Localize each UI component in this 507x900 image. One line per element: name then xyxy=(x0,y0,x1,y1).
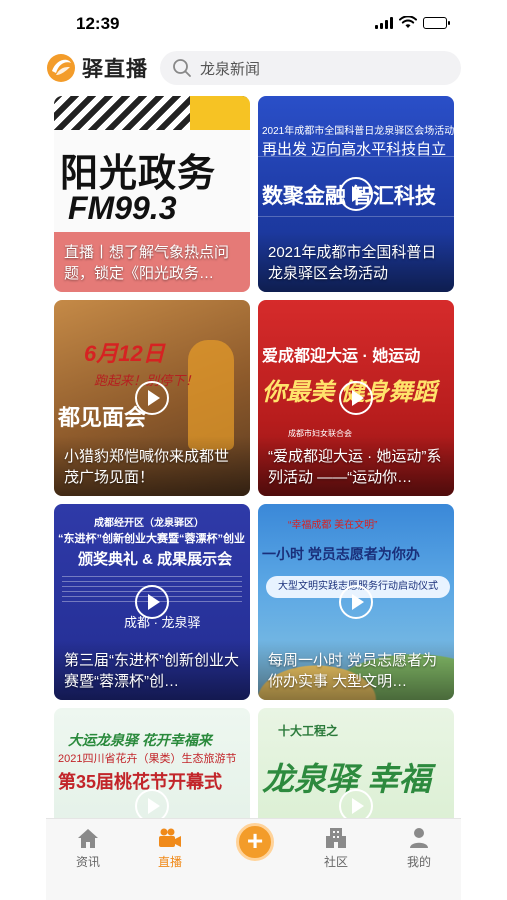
video-title: 直播丨想了解气象热点问题，锁定《阳光政务… xyxy=(64,244,230,282)
thumbnail-caption: 都见面会 xyxy=(58,405,147,430)
thumbnail-headline: 大运龙泉驿 花开幸福来 xyxy=(68,732,212,748)
signal-icon xyxy=(375,16,393,29)
search-placeholder: 龙泉新闻 xyxy=(200,60,261,78)
building-icon xyxy=(326,828,346,848)
thumbnail-subheadline: FM99.3 xyxy=(68,190,177,226)
thumbnail-headline: 6月12日 xyxy=(84,341,165,366)
play-icon[interactable] xyxy=(135,381,169,415)
battery-icon xyxy=(423,16,450,29)
play-icon[interactable] xyxy=(339,177,373,211)
video-camera-icon xyxy=(159,828,181,847)
video-title: “爱成都迎大运 · 她运动”系列活动 ——“运动你… xyxy=(268,448,442,486)
video-title: 每周一小时 党员志愿者为你办实事 大型文明… xyxy=(268,652,438,690)
tab-label: 我的 xyxy=(406,855,431,869)
tab-label: 直播 xyxy=(157,855,182,869)
tab-label: 社区 xyxy=(323,855,348,869)
status-time: 12:39 xyxy=(76,14,120,33)
video-title: 小猎豹郑恺喊你来成都世茂广场见面！ xyxy=(64,448,230,486)
thumbnail-line xyxy=(258,216,454,217)
video-card[interactable]: 成都经开区（龙泉驿区） “东进杯”创新创业大赛暨“蓉漂杯”创业 颁奖典礼 & 成… xyxy=(54,504,250,700)
video-card[interactable]: 大运龙泉驿 花开幸福来 2021四川省花卉（果类）生态旅游节 第35届桃花节开幕… xyxy=(54,708,250,818)
play-icon[interactable] xyxy=(135,789,169,818)
status-icons xyxy=(375,16,450,29)
video-card[interactable]: 爱成都迎大运 · 她运动 你最美 健身舞蹈 成都市妇女联合会 “爱成都迎大运 ·… xyxy=(258,300,454,496)
play-icon[interactable] xyxy=(135,585,169,619)
search-input[interactable]: 龙泉新闻 xyxy=(160,51,461,85)
app-name: 驿直播 xyxy=(82,58,148,81)
play-icon[interactable] xyxy=(339,789,373,818)
thumbnail-headline: 一小时 党员志愿者为你办 xyxy=(262,546,420,562)
header: 驿直播 龙泉新闻 xyxy=(46,48,461,88)
create-post-button[interactable]: + xyxy=(236,823,274,861)
tab-news[interactable]: 资讯 xyxy=(58,825,118,870)
thumbnail-accent xyxy=(190,96,250,130)
tab-label: 资讯 xyxy=(75,855,100,869)
video-card[interactable]: 2021年成都市全国科普日龙泉驿区会场活动 再出发 迈向高水平科技自立 数聚金融… xyxy=(258,96,454,292)
thumbnail-caption: 成都经开区（龙泉驿区） xyxy=(94,518,204,529)
tab-live[interactable]: 直播 xyxy=(140,825,200,870)
thumbnail-subheadline: 爱成都迎大运 · 她运动 xyxy=(262,348,421,365)
person-icon xyxy=(410,828,428,848)
thumbnail-caption: “幸福成都 美在文明” xyxy=(288,520,378,531)
thumbnail-subheadline: 2021四川省花卉（果类）生态旅游节 xyxy=(58,753,237,765)
thumbnail-caption: 2021年成都市全国科普日龙泉驿区会场活动 xyxy=(262,126,454,137)
logo-icon xyxy=(47,54,75,82)
home-icon xyxy=(78,829,98,848)
thumbnail-subheadline: 再出发 迈向高水平科技自立 xyxy=(262,141,447,158)
thumbnail-headline: 阳光政务 xyxy=(60,153,217,195)
thumbnail-figure xyxy=(188,340,234,450)
tab-me[interactable]: 我的 xyxy=(389,825,449,870)
status-bar: 12:39 xyxy=(0,0,507,46)
play-icon[interactable] xyxy=(339,381,373,415)
wifi-icon xyxy=(399,16,417,28)
thumbnail-subheadline: “东进杯”创新创业大赛暨“蓉漂杯”创业 xyxy=(58,533,245,545)
video-card[interactable]: “幸福成都 美在文明” 一小时 党员志愿者为你办 大型文明实践志愿服务行动启动仪… xyxy=(258,504,454,700)
search-icon xyxy=(173,59,191,77)
live-feed-grid: 阳光政务 FM99.3 直播丨想了解气象热点问题，锁定《阳光政务… 2021年成… xyxy=(54,96,454,818)
video-card[interactable]: 十大工程之 龙泉驿 幸福 xyxy=(258,708,454,818)
bottom-tab-bar: 资讯 直播 + 社区 我的 xyxy=(46,818,461,900)
thumbnail-headline: 颁奖典礼 & 成果展示会 xyxy=(78,551,233,568)
tab-community[interactable]: 社区 xyxy=(306,825,366,870)
thumbnail-caption: 十大工程之 xyxy=(278,724,339,738)
play-icon[interactable] xyxy=(339,585,373,619)
video-title: 2021年成都市全国科普日龙泉驿区会场活动 xyxy=(268,244,437,282)
app-logo: 驿直播 xyxy=(46,53,148,83)
video-title: 第三届“东进杯”创新创业大赛暨“蓉漂杯”创… xyxy=(64,652,239,690)
video-card[interactable]: 阳光政务 FM99.3 直播丨想了解气象热点问题，锁定《阳光政务… xyxy=(54,96,250,292)
thumbnail-caption: 第35届桃花节开幕式 xyxy=(58,772,223,792)
plus-icon: + xyxy=(246,825,264,856)
video-card[interactable]: 6月12日 跑起来！别停下！ 都见面会 小猎豹郑恺喊你来成都世茂广场见面！ xyxy=(54,300,250,496)
